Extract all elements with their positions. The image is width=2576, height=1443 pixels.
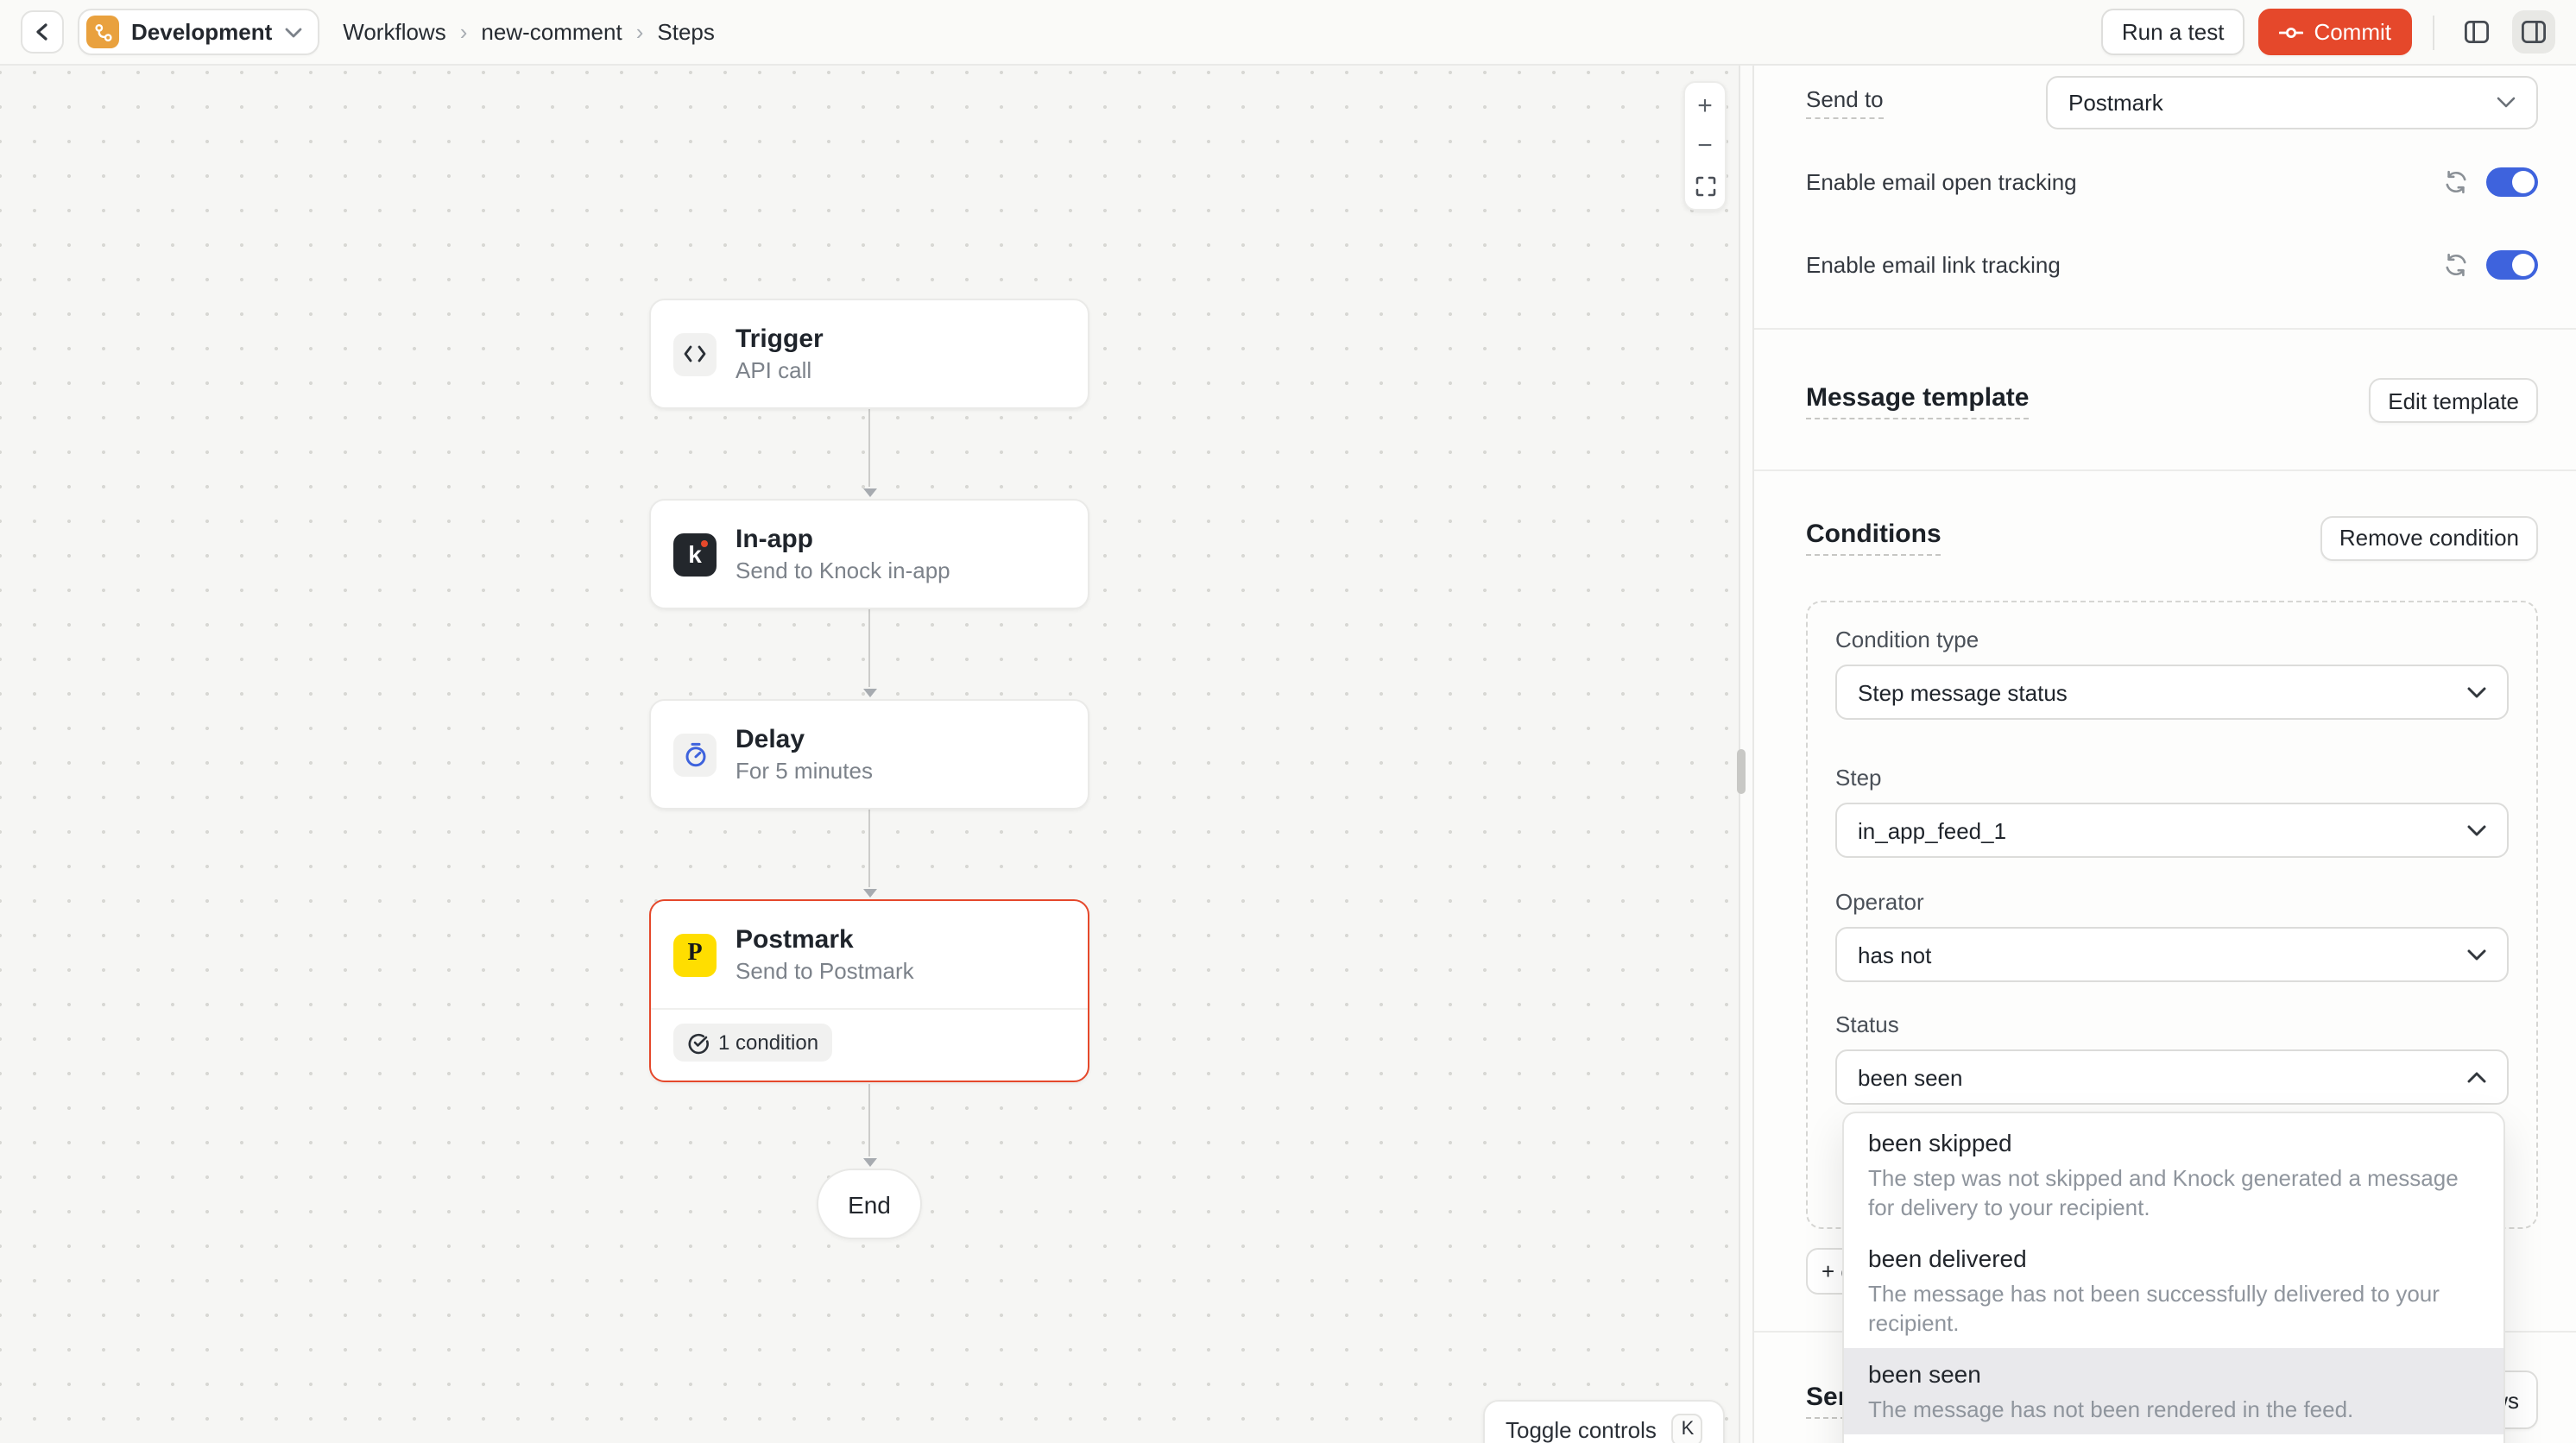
node-title: In-app xyxy=(736,524,950,555)
toggle-controls-hint[interactable]: Toggle controls K xyxy=(1483,1400,1726,1443)
open-tracking-toggle[interactable] xyxy=(2486,167,2538,196)
stopwatch-icon xyxy=(673,733,717,776)
node-delay[interactable]: Delay For 5 minutes xyxy=(649,699,1089,810)
step-select[interactable]: in_app_feed_1 xyxy=(1835,803,2509,858)
sync-icon[interactable] xyxy=(2443,168,2469,194)
fullscreen-icon xyxy=(1695,175,1715,196)
environment-switcher[interactable]: Development xyxy=(78,9,319,55)
chevron-up-icon xyxy=(2467,1071,2486,1083)
check-circle-icon xyxy=(687,1031,710,1054)
node-subtitle: For 5 minutes xyxy=(736,757,873,785)
node-subtitle: API call xyxy=(736,356,824,384)
status-option-been-skipped[interactable]: been skipped The step was not skipped an… xyxy=(1844,1117,2503,1232)
environment-label: Development xyxy=(131,19,272,45)
chevron-left-icon xyxy=(35,22,50,41)
edge-arrow xyxy=(863,488,877,497)
condition-badge: 1 condition xyxy=(673,1024,832,1062)
chevron-down-icon xyxy=(2467,686,2486,698)
breadcrumb-separator: › xyxy=(460,19,468,45)
topbar-divider xyxy=(2433,15,2434,49)
top-bar: Development Workflows › new-comment › St… xyxy=(0,0,2576,66)
edge-arrow xyxy=(863,689,877,697)
sync-icon[interactable] xyxy=(2443,251,2469,277)
link-tracking-label: Enable email link tracking xyxy=(1806,251,2061,277)
edge-postmark-end xyxy=(868,1084,870,1156)
status-select[interactable]: been seen xyxy=(1835,1049,2509,1105)
conditions-heading: Conditions xyxy=(1806,520,1941,556)
send-to-label: Send to xyxy=(1806,86,1884,119)
edge-delay-postmark xyxy=(868,808,870,887)
knock-logo-icon: k xyxy=(673,532,717,576)
status-option-been-delivered[interactable]: been delivered The message has not been … xyxy=(1844,1232,2503,1348)
edge-arrow xyxy=(863,1158,877,1167)
step-settings-panel: Send to Postmark Enable email open track… xyxy=(1752,66,2576,1443)
breadcrumb-workflows[interactable]: Workflows xyxy=(343,19,445,45)
keyboard-shortcut-k: K xyxy=(1672,1413,1703,1443)
status-option-been-read[interactable]: been read xyxy=(1844,1434,2503,1443)
git-branch-icon xyxy=(86,16,119,48)
workflow-editor: Development Workflows › new-comment › St… xyxy=(0,0,2576,1443)
node-title: Trigger xyxy=(736,324,824,355)
node-in-app[interactable]: k In-app Send to Knock in-app xyxy=(649,499,1089,609)
fit-view-button[interactable] xyxy=(1683,166,1727,205)
panel-right-icon xyxy=(2521,19,2547,45)
node-subtitle: Send to Knock in-app xyxy=(736,557,950,584)
breadcrumb-separator: › xyxy=(636,19,644,45)
postmark-logo-icon: P xyxy=(673,933,717,976)
edit-template-button[interactable]: Edit template xyxy=(2369,378,2538,423)
operator-label: Operator xyxy=(1835,889,2509,915)
status-label: Status xyxy=(1835,1011,2509,1037)
node-subtitle: Send to Postmark xyxy=(736,957,914,985)
toggle-right-panel-button[interactable] xyxy=(2512,10,2555,54)
node-trigger[interactable]: Trigger API call xyxy=(649,299,1089,409)
node-end[interactable]: End xyxy=(817,1169,922,1239)
node-title: Postmark xyxy=(736,924,914,955)
zoom-in-button[interactable]: + xyxy=(1683,86,1727,126)
run-test-button[interactable]: Run a test xyxy=(2101,9,2245,55)
operator-select[interactable]: has not xyxy=(1835,927,2509,982)
zoom-out-button[interactable]: − xyxy=(1683,126,1727,166)
condition-badge-label: 1 condition xyxy=(718,1030,818,1055)
condition-type-select[interactable]: Step message status xyxy=(1835,665,2509,720)
commit-icon xyxy=(2279,25,2303,39)
chevron-down-icon xyxy=(2467,824,2486,836)
back-button[interactable] xyxy=(21,10,64,54)
chevron-down-icon xyxy=(2467,948,2486,961)
node-postmark[interactable]: P Postmark Send to Postmark 1 condition xyxy=(649,899,1089,1081)
edge-arrow xyxy=(863,889,877,898)
chevron-down-icon xyxy=(2497,97,2516,109)
panel-left-icon xyxy=(2464,19,2490,45)
step-label: Step xyxy=(1835,765,2509,791)
send-to-value: Postmark xyxy=(2068,90,2497,116)
section-divider xyxy=(1754,328,2576,330)
link-tracking-toggle[interactable] xyxy=(2486,249,2538,279)
workflow-canvas[interactable]: + − Trigger API call xyxy=(0,66,1740,1443)
end-label: End xyxy=(848,1190,891,1218)
breadcrumb: Workflows › new-comment › Steps xyxy=(343,19,715,45)
status-option-been-seen[interactable]: been seen The message has not been rende… xyxy=(1844,1348,2503,1434)
breadcrumb-workflow-name[interactable]: new-comment xyxy=(481,19,622,45)
code-icon xyxy=(673,332,717,375)
breadcrumb-steps[interactable]: Steps xyxy=(657,19,715,45)
remove-condition-button[interactable]: Remove condition xyxy=(2320,515,2538,560)
node-title: Delay xyxy=(736,724,873,755)
panel-resize-handle[interactable] xyxy=(1737,749,1746,794)
send-to-select[interactable]: Postmark xyxy=(2046,76,2538,129)
edge-inapp-delay xyxy=(868,608,870,687)
open-tracking-label: Enable email open tracking xyxy=(1806,168,2077,194)
commit-label: Commit xyxy=(2314,19,2391,45)
chevron-down-icon xyxy=(284,27,301,37)
toggle-controls-label: Toggle controls xyxy=(1506,1416,1657,1442)
canvas-zoom-controls: + − xyxy=(1683,81,1727,211)
condition-type-label: Condition type xyxy=(1835,627,2509,652)
toggle-left-panel-button[interactable] xyxy=(2455,10,2498,54)
status-dropdown-menu: been skipped The step was not skipped an… xyxy=(1842,1112,2505,1443)
message-template-heading: Message template xyxy=(1806,382,2029,419)
edge-trigger-inapp xyxy=(868,407,870,487)
section-divider xyxy=(1754,469,2576,471)
commit-button[interactable]: Commit xyxy=(2258,9,2412,55)
